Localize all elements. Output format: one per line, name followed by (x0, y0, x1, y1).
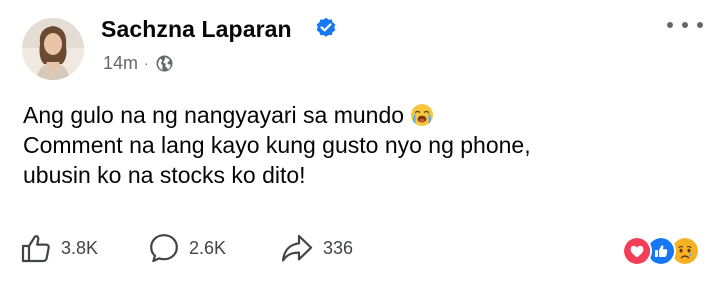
author-name[interactable]: Sachzna Laparan (101, 14, 292, 44)
post-card: Sachzna Laparan 14m · Ang gulo na ng nan… (0, 0, 720, 283)
post-text-line-3: ubusin ko na stocks ko dito! (23, 162, 306, 188)
globe-icon (156, 55, 173, 72)
reaction-summary[interactable] (622, 236, 702, 266)
verified-badge-icon (316, 17, 336, 37)
comment-count: 2.6K (189, 237, 227, 258)
more-options-button[interactable] (667, 18, 703, 32)
more-dot (697, 22, 703, 28)
share-arrow-icon (281, 234, 313, 262)
post-text: Ang gulo na ng nangyayari sa mundo Comme… (23, 100, 531, 190)
like-count: 3.8K (61, 237, 99, 258)
share-button[interactable]: 336 (280, 231, 353, 265)
author-avatar[interactable] (22, 18, 84, 80)
loudly-crying-face-icon (411, 104, 434, 126)
avatar-photo (22, 18, 84, 80)
post-text-line-2: Comment na lang kayo kung gusto nyo ng p… (23, 132, 531, 158)
meta-separator: · (144, 55, 149, 71)
comment-button[interactable]: 2.6K (148, 231, 226, 265)
more-dot (682, 22, 688, 28)
like-button[interactable]: 3.8K (20, 231, 98, 265)
post-text-line-1: Ang gulo na ng nangyayari sa mundo (23, 100, 531, 130)
post-meta: 14m · (103, 52, 173, 74)
comment-bubble-icon (150, 234, 178, 263)
thumbs-up-icon (21, 235, 50, 263)
post-text-line-1-text: Ang gulo na ng nangyayari sa mundo (23, 102, 405, 128)
more-dot (667, 22, 673, 28)
post-time[interactable]: 14m (103, 52, 138, 74)
love-reaction-icon (622, 236, 652, 266)
share-count: 336 (323, 237, 354, 258)
